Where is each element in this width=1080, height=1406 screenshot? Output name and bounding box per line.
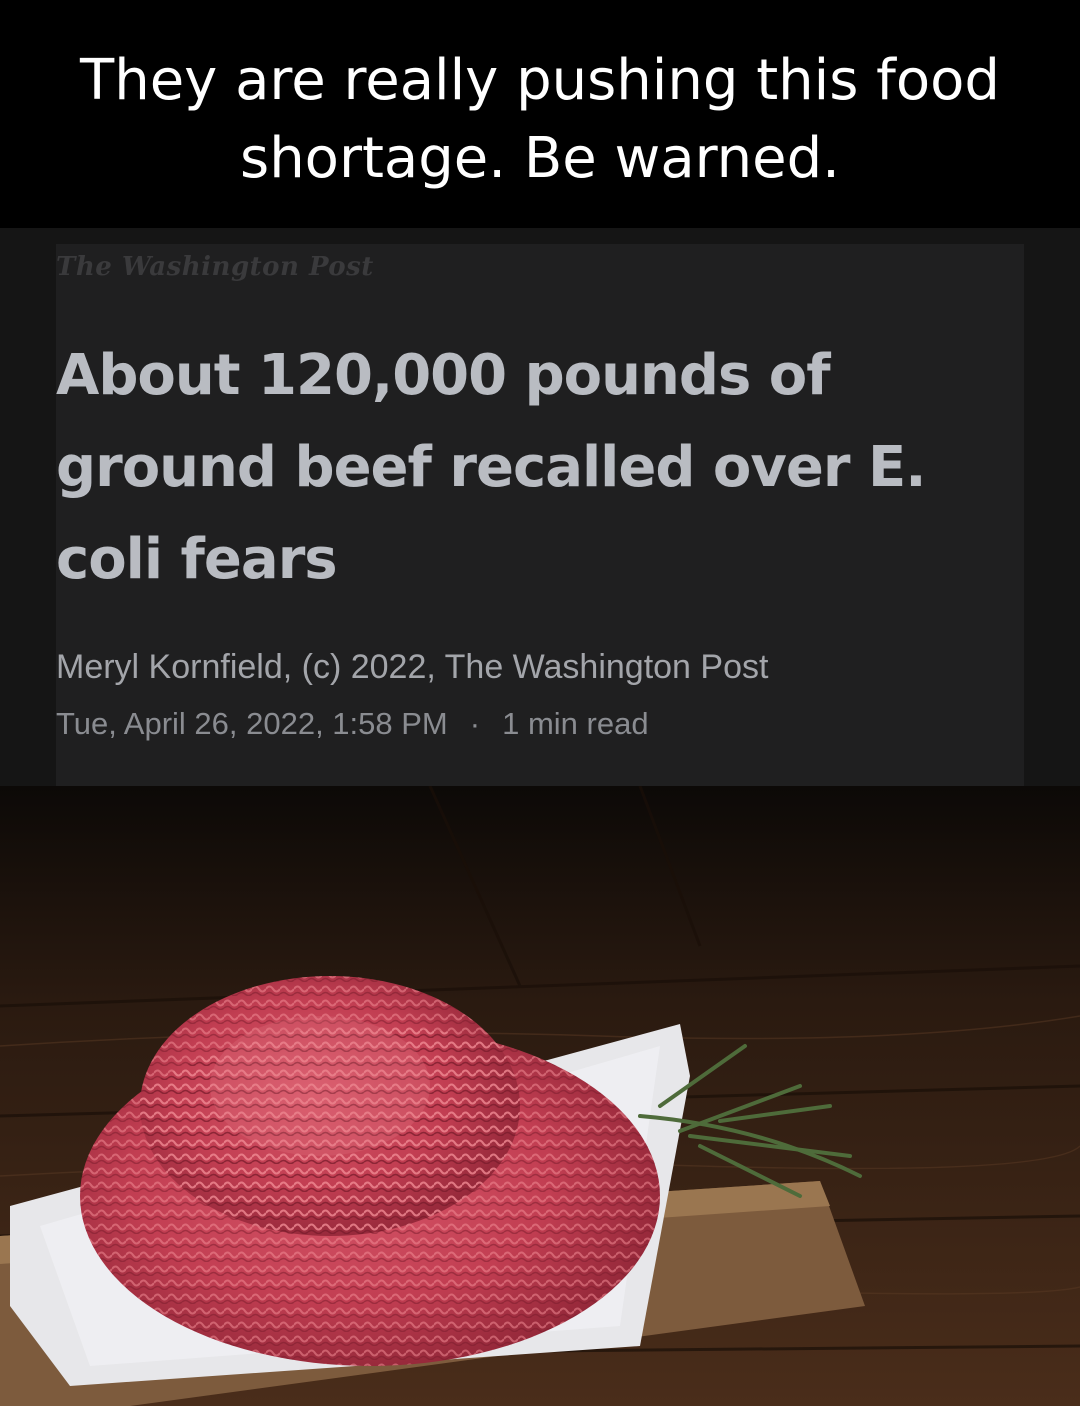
read-time: 1 min read bbox=[502, 706, 649, 741]
caption-line-1: They are really pushing this food bbox=[80, 48, 1000, 113]
headline-line-2: ground beef recalled over E. bbox=[56, 435, 927, 500]
headline-line-1: About 120,000 pounds of bbox=[56, 343, 831, 408]
article-headline[interactable]: About 120,000 pounds of ground beef reca… bbox=[56, 330, 956, 606]
article-byline: Meryl Kornfield, (c) 2022, The Washingto… bbox=[56, 648, 769, 686]
article-date: Tue, April 26, 2022, 1:58 PM bbox=[56, 706, 448, 741]
ground-beef-image bbox=[0, 786, 1080, 1406]
headline-line-3: coli fears bbox=[56, 527, 338, 592]
meta-separator: · bbox=[469, 706, 481, 741]
article-meta: Tue, April 26, 2022, 1:58 PM · 1 min read bbox=[56, 706, 649, 742]
caption-line-2: shortage. Be warned. bbox=[240, 126, 840, 191]
meme-caption: They are really pushing this food shorta… bbox=[0, 0, 1080, 228]
article-hero-image bbox=[0, 786, 1080, 1406]
publication-logo: The Washington Post bbox=[56, 252, 374, 282]
